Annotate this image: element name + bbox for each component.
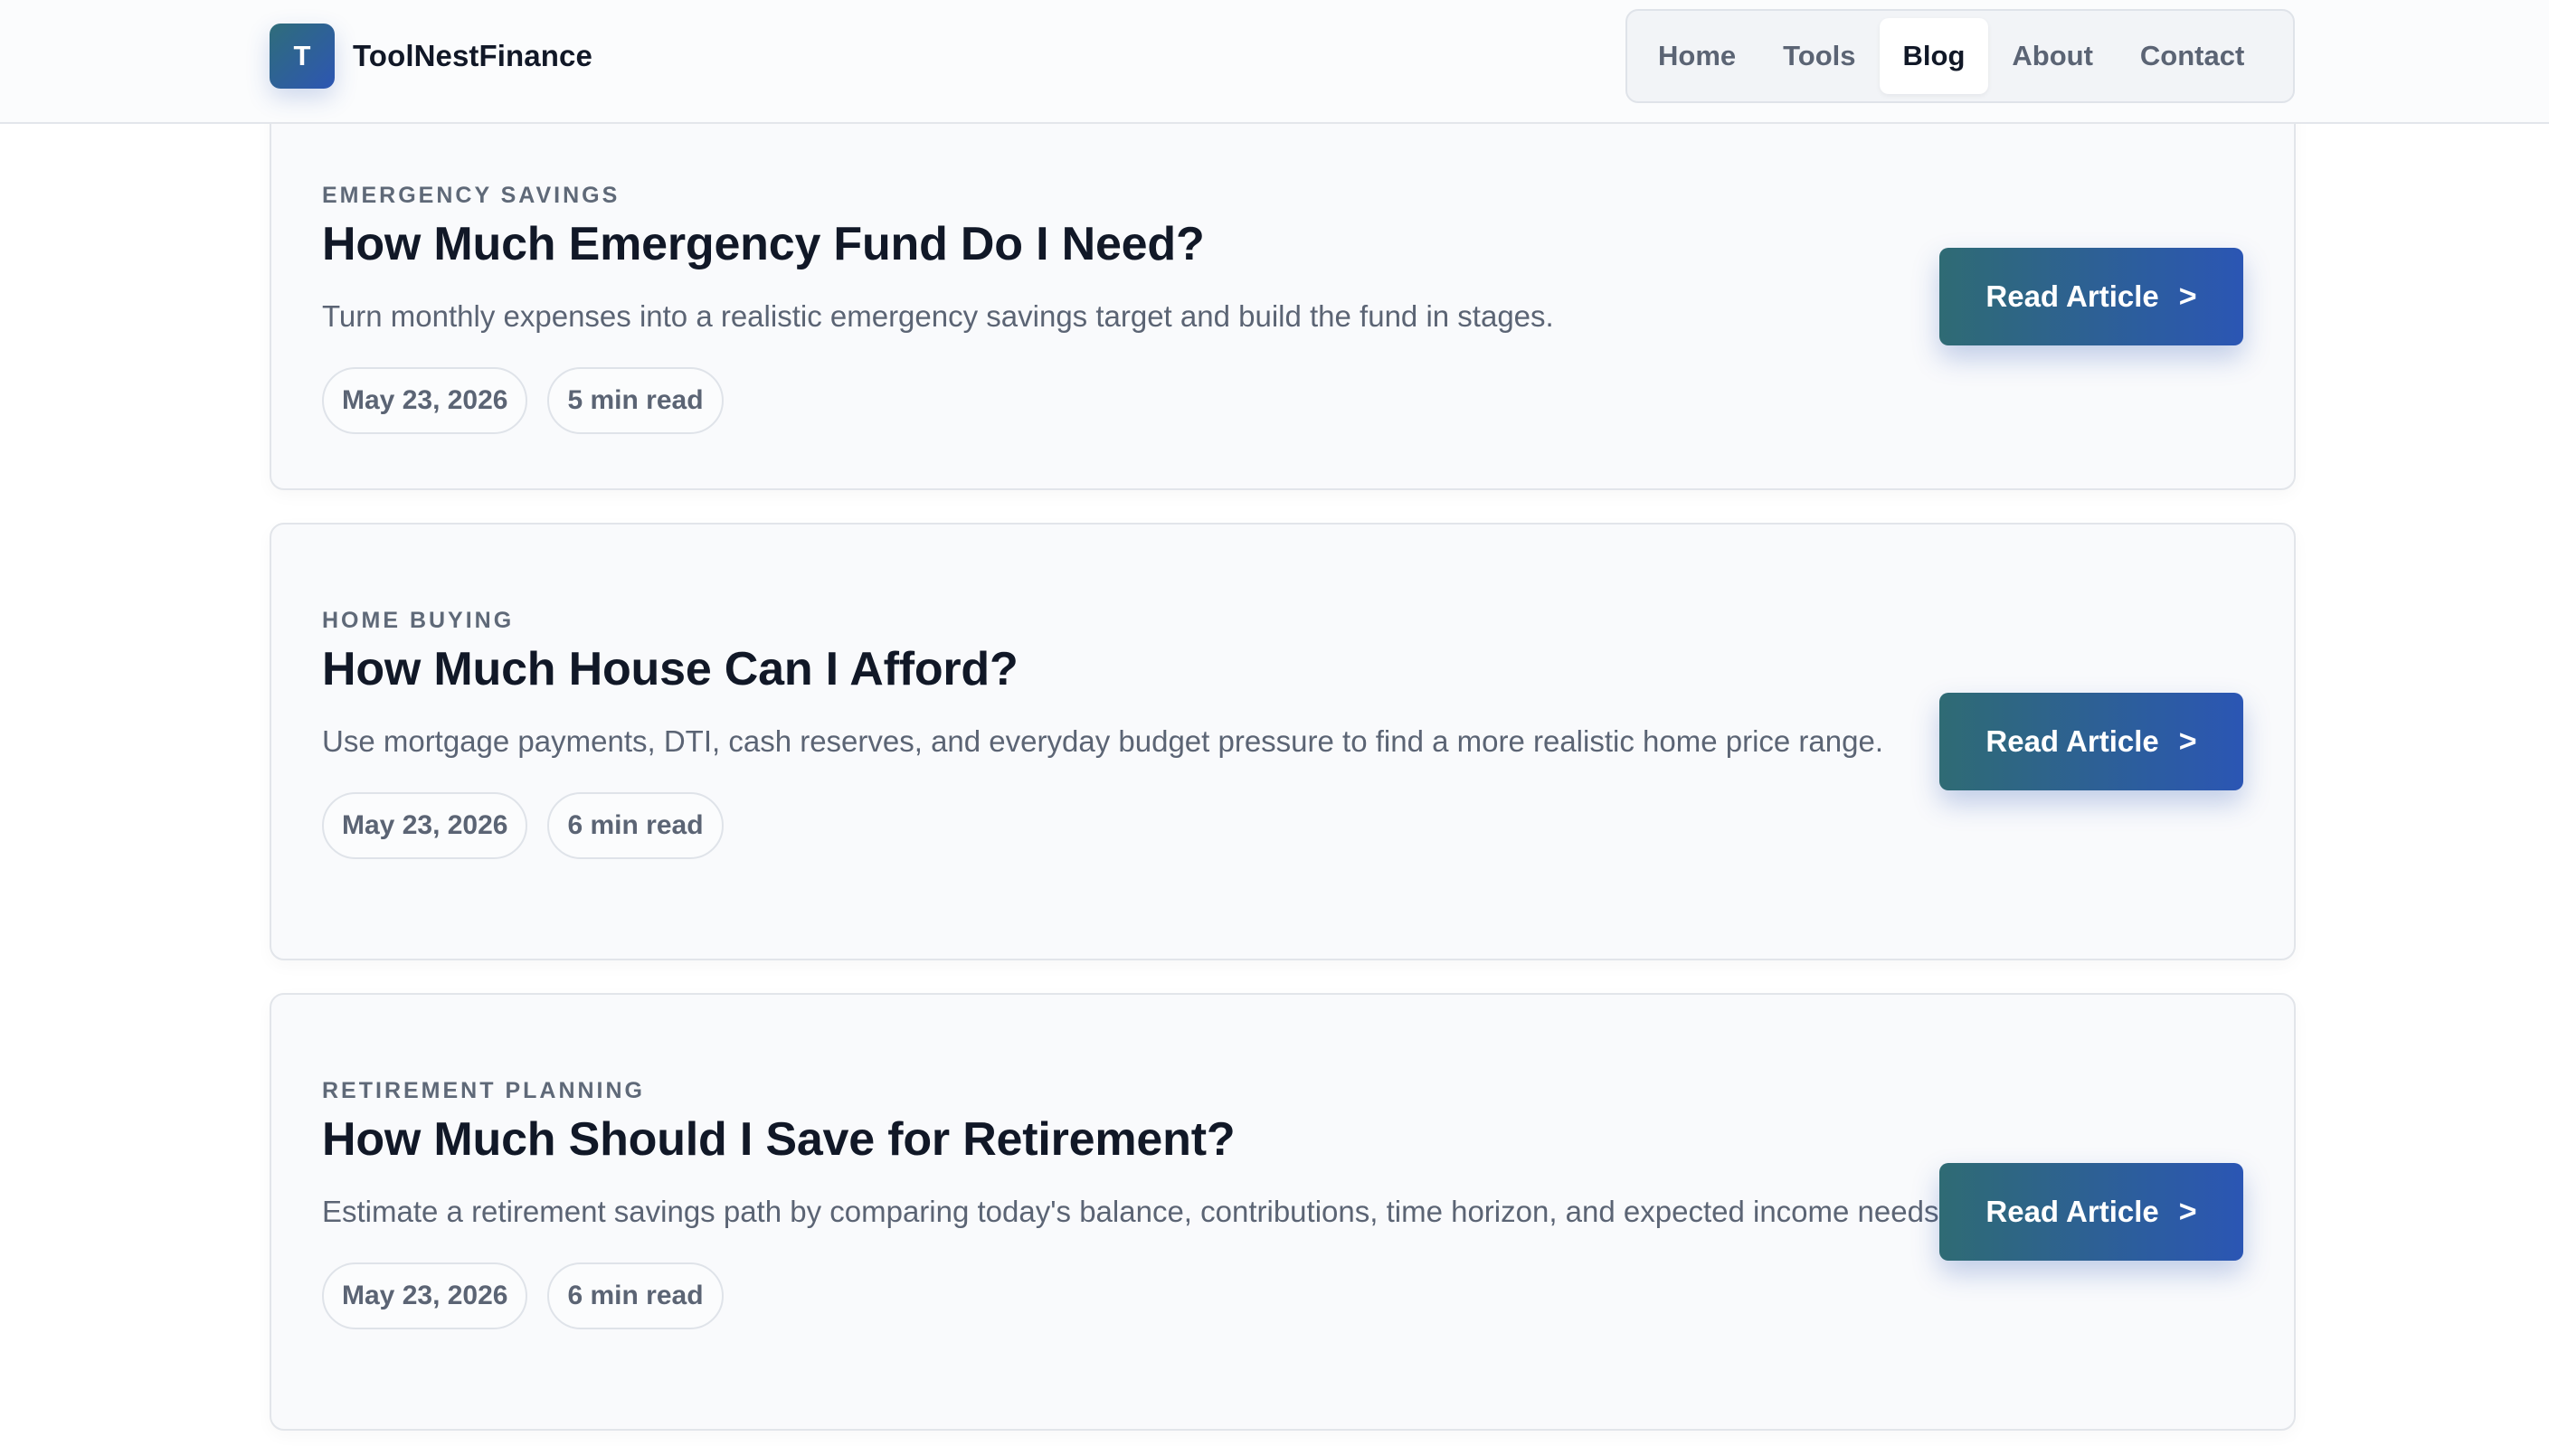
article-meta: May 23, 2026 6 min read [322,792,2122,859]
site-header: T ToolNestFinance Home Tools Blog About … [0,0,2549,124]
read-article-label: Read Article [1985,279,2159,313]
article-meta: May 23, 2026 5 min read [322,367,2122,434]
chevron-right-icon: > [2178,723,2197,759]
read-time-badge: 6 min read [547,1262,724,1329]
article-card-emergency-fund: EMERGENCY SAVINGS How Much Emergency Fun… [270,90,2296,490]
read-time-badge: 6 min read [547,792,724,859]
article-title[interactable]: How Much Emergency Fund Do I Need? [322,217,2122,271]
chevron-right-icon: > [2178,279,2197,314]
main-nav: Home Tools Blog About Contact [1625,9,2295,103]
article-title[interactable]: How Much House Can I Afford? [322,642,2122,696]
article-category: HOME BUYING [322,608,515,633]
article-excerpt: Use mortgage payments, DTI, cash reserve… [322,724,1883,758]
article-category: EMERGENCY SAVINGS [322,183,621,208]
logo-icon: T [270,24,335,89]
read-article-label: Read Article [1985,1195,2159,1228]
brand-name: ToolNestFinance [353,39,592,72]
nav-item-blog[interactable]: Blog [1879,18,1989,94]
read-time-badge: 5 min read [547,367,724,434]
nav-item-contact[interactable]: Contact [2117,18,2268,94]
read-article-button[interactable]: Read Article > [1939,248,2243,345]
article-card-house-afford: HOME BUYING How Much House Can I Afford?… [270,523,2296,960]
page: T ToolNestFinance Home Tools Blog About … [0,0,2549,1456]
article-date-badge: May 23, 2026 [322,792,528,859]
article-card-retirement: RETIREMENT PLANNING How Much Should I Sa… [270,993,2296,1431]
nav-item-about[interactable]: About [1988,18,2117,94]
article-title[interactable]: How Much Should I Save for Retirement? [322,1112,2122,1167]
article-content: RETIREMENT PLANNING How Much Should I Sa… [322,1078,2122,1329]
article-excerpt: Estimate a retirement savings path by co… [322,1195,1947,1228]
article-content: EMERGENCY SAVINGS How Much Emergency Fun… [322,183,2122,434]
article-date-badge: May 23, 2026 [322,1262,528,1329]
article-meta: May 23, 2026 6 min read [322,1262,2122,1329]
brand[interactable]: T ToolNestFinance [270,24,592,89]
read-article-button[interactable]: Read Article > [1939,1163,2243,1261]
read-article-label: Read Article [1985,724,2159,758]
article-date-badge: May 23, 2026 [322,367,528,434]
article-category: RETIREMENT PLANNING [322,1078,645,1103]
article-content: HOME BUYING How Much House Can I Afford?… [322,608,2122,859]
chevron-right-icon: > [2178,1194,2197,1229]
nav-item-home[interactable]: Home [1635,18,1759,94]
nav-item-tools[interactable]: Tools [1759,18,1879,94]
article-excerpt: Turn monthly expenses into a realistic e… [322,299,1554,333]
read-article-button[interactable]: Read Article > [1939,693,2243,790]
